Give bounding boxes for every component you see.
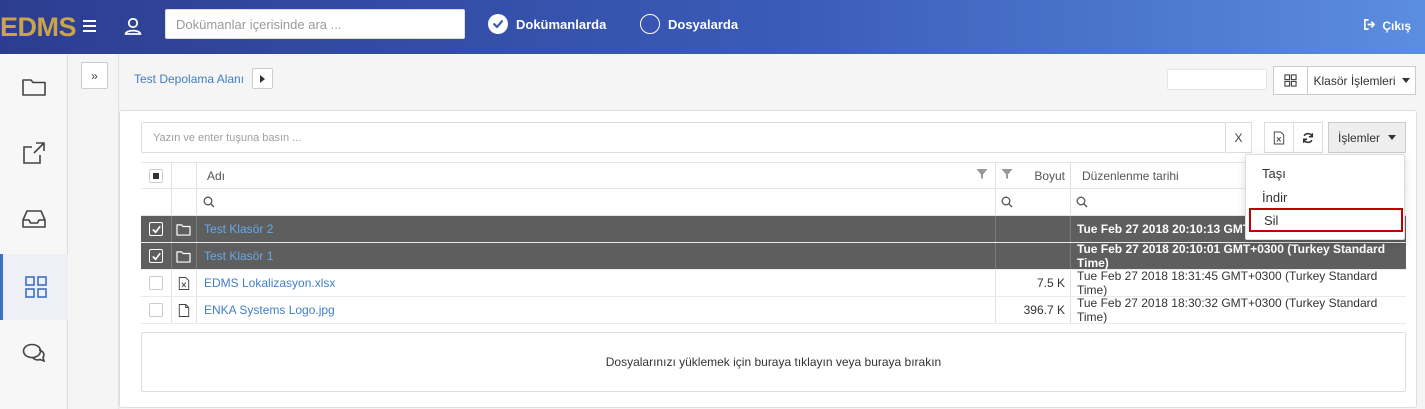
- row-checkbox[interactable]: [149, 222, 163, 236]
- app-logo: EDMS: [0, 11, 77, 42]
- table-row[interactable]: EDMS Lokalizasyon.xlsx 7.5 K Tue Feb 27 …: [141, 269, 1406, 297]
- logout-icon: [1363, 18, 1376, 34]
- operations-label: İşlemler: [1337, 130, 1380, 145]
- file-modified-date: Tue Feb 27 2018 18:30:32 GMT+0300 (Turke…: [1077, 296, 1378, 324]
- upload-dropzone[interactable]: Dosyalarınızı yüklemek için buraya tıkla…: [141, 332, 1406, 392]
- file-icon: [171, 297, 196, 323]
- table-row[interactable]: Test Klasör 1 Tue Feb 27 2018 20:10:01 G…: [141, 242, 1406, 270]
- filter-funnel-icon[interactable]: [1001, 168, 1013, 183]
- user-icon[interactable]: [122, 15, 144, 37]
- search-icon[interactable]: [1076, 189, 1088, 215]
- empty-circle-icon: [640, 14, 660, 34]
- table-search-row: [141, 189, 1406, 216]
- check-circle-icon: [488, 14, 508, 34]
- filter-funnel-icon[interactable]: [976, 168, 988, 183]
- refresh-button[interactable]: [1294, 122, 1323, 153]
- operations-menu: Taşı İndir Sil: [1245, 154, 1405, 240]
- row-checkbox[interactable]: [149, 303, 163, 317]
- folder-icon: [22, 79, 46, 96]
- folder-operations-label: Klasör İşlemleri: [1313, 73, 1396, 88]
- row-checkbox[interactable]: [149, 249, 163, 263]
- view-toggle-button[interactable]: [1273, 66, 1307, 95]
- caret-down-icon: [1388, 135, 1396, 140]
- filter-input[interactable]: [141, 122, 1226, 153]
- file-modified-date: Tue Feb 27 2018 20:10:01 GMT+0300 (Turke…: [1077, 242, 1386, 270]
- table-row[interactable]: ENKA Systems Logo.jpg 396.7 K Tue Feb 27…: [141, 296, 1406, 324]
- top-bar: EDMS Dokümanlarda Dosyalarda Çıkış: [0, 0, 1425, 54]
- tree-collapse-column: »: [69, 54, 119, 409]
- table-header-row: Adı Boyut Düzenlenme tarihi: [141, 162, 1406, 189]
- refresh-icon: [1302, 132, 1314, 143]
- radio-files[interactable]: Dosyalarda: [640, 14, 738, 34]
- menu-item-move[interactable]: Taşı: [1246, 161, 1406, 185]
- radio-documents-label: Dokümanlarda: [516, 16, 607, 32]
- logout-button[interactable]: Çıkış: [1363, 18, 1411, 34]
- file-name-link[interactable]: ENKA Systems Logo.jpg: [204, 303, 335, 317]
- main-content: Test Depolama Alanı Klasör İşlemleri X İ…: [119, 54, 1425, 409]
- excel-file-icon: [171, 270, 196, 296]
- table-row[interactable]: Test Klasör 2 Tue Feb 27 2018 20:10:13 G…: [141, 216, 1406, 243]
- file-name-link[interactable]: EDMS Lokalizasyon.xlsx: [204, 276, 335, 290]
- file-size: 396.7 K: [1023, 303, 1065, 317]
- grid-icon: [24, 276, 47, 298]
- file-modified-date: Tue Feb 27 2018 18:31:45 GMT+0300 (Turke…: [1077, 269, 1378, 297]
- sidebar-item-comments[interactable]: [0, 320, 68, 386]
- breadcrumb: Test Depolama Alanı: [134, 68, 274, 89]
- folder-icon: [171, 216, 196, 242]
- radio-files-label: Dosyalarda: [668, 16, 739, 32]
- file-name-link[interactable]: Test Klasör 1: [204, 249, 273, 263]
- file-modified-date: Tue Feb 27 2018 20:10:13 GMT+: [1077, 222, 1258, 236]
- select-all-checkbox[interactable]: [149, 168, 163, 183]
- hamburger-menu-icon[interactable]: [80, 17, 100, 35]
- caret-down-icon: [1401, 78, 1410, 83]
- column-header-modified[interactable]: Düzenlenme tarihi: [1082, 169, 1179, 183]
- sidebar-item-dashboard[interactable]: [0, 254, 68, 320]
- menu-item-delete[interactable]: Sil: [1249, 208, 1403, 232]
- clear-filter-button[interactable]: X: [1226, 122, 1252, 153]
- expand-tree-button[interactable]: »: [81, 62, 108, 89]
- radio-documents[interactable]: Dokümanlarda: [488, 14, 606, 34]
- left-sidebar: [0, 54, 68, 409]
- excel-file-icon: [1273, 131, 1285, 144]
- search-icon[interactable]: [1001, 189, 1013, 215]
- file-size: 7.5 K: [1036, 276, 1065, 290]
- row-checkbox[interactable]: [149, 276, 163, 290]
- document-search-input[interactable]: [165, 9, 465, 39]
- sidebar-item-inbox[interactable]: [0, 186, 68, 252]
- column-header-name[interactable]: Adı: [207, 169, 225, 183]
- caret-right-icon: [260, 74, 266, 83]
- folder-operations-button[interactable]: Klasör İşlemleri: [1307, 66, 1416, 95]
- breadcrumb-item[interactable]: Test Depolama Alanı: [134, 72, 244, 86]
- search-icon[interactable]: [203, 189, 215, 215]
- operations-dropdown-button[interactable]: İşlemler: [1328, 122, 1406, 153]
- grid-view-icon: [1284, 74, 1297, 87]
- inbox-icon: [22, 210, 46, 228]
- logout-label: Çıkış: [1382, 19, 1411, 33]
- double-chevron-right-icon: »: [91, 68, 98, 83]
- share-icon: [23, 142, 45, 164]
- file-list-panel: X İşlemler Adı: [119, 110, 1417, 408]
- menu-item-download[interactable]: İndir: [1246, 185, 1406, 209]
- folder-icon: [171, 243, 196, 269]
- chat-icon: [22, 343, 46, 363]
- export-excel-button[interactable]: [1264, 122, 1294, 153]
- file-name-link[interactable]: Test Klasör 2: [204, 222, 273, 236]
- breadcrumb-next-button[interactable]: [252, 68, 274, 89]
- column-header-size[interactable]: Boyut: [1034, 169, 1065, 183]
- top-right-field[interactable]: [1167, 69, 1267, 90]
- sidebar-item-folders[interactable]: [0, 54, 68, 120]
- sidebar-item-share[interactable]: [0, 120, 68, 186]
